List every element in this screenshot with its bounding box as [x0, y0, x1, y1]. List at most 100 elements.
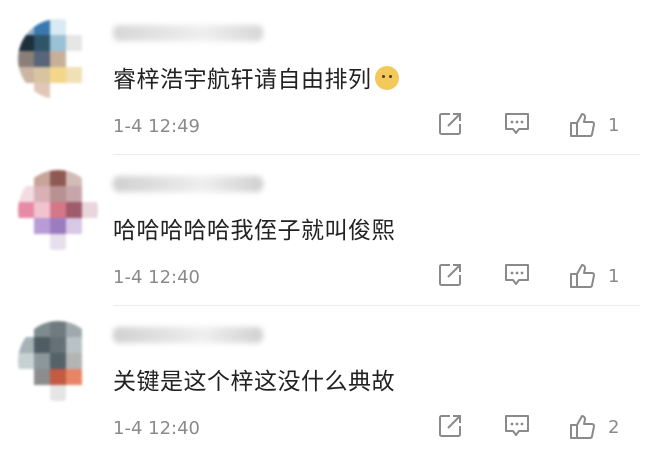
avatar-pixel — [50, 218, 66, 234]
avatar-pixel — [82, 353, 98, 369]
avatar-pixel — [50, 67, 66, 83]
comment-item: 哈哈哈哈哈我侄子就叫俊熙 1-4 12:40 1 — [0, 154, 657, 305]
doge-emoji-icon — [374, 66, 399, 90]
comment-text: 睿梓浩宇航轩请自由排列 — [113, 60, 399, 94]
avatar-pixel — [18, 170, 34, 186]
forward-button[interactable] — [437, 111, 463, 137]
avatar-pixel — [66, 202, 82, 218]
avatar-pixel — [82, 35, 98, 51]
share-forward-icon — [439, 113, 461, 135]
avatar-pixel — [82, 170, 98, 186]
avatar-pixel — [66, 51, 82, 67]
avatar-pixel — [82, 202, 98, 218]
avatar-pixel — [34, 186, 50, 202]
avatar-pixel — [34, 337, 50, 353]
avatar-pixel — [82, 385, 98, 401]
share-forward-icon — [439, 415, 461, 437]
avatar-pixel — [50, 83, 66, 99]
avatar-pixel — [34, 83, 50, 99]
comment-icon — [505, 264, 529, 285]
comment-time: 1-4 12:40 — [113, 267, 200, 288]
avatar-pixel — [34, 218, 50, 234]
like-button[interactable]: 1 — [568, 262, 619, 290]
avatar-pixel — [18, 218, 34, 234]
avatar-pixel — [18, 51, 34, 67]
avatar-pixel — [50, 353, 66, 369]
username-blurred[interactable] — [113, 327, 263, 343]
forward-button[interactable] — [437, 262, 463, 288]
avatar-pixel — [50, 19, 66, 35]
avatar-pixel — [66, 67, 82, 83]
avatar-pixel — [50, 202, 66, 218]
avatar-pixel — [34, 51, 50, 67]
avatar-pixel — [82, 369, 98, 385]
avatar-pixel — [50, 337, 66, 353]
avatar-pixel — [66, 186, 82, 202]
comment-text-content: 关键是这个梓这没什么典故 — [113, 369, 395, 395]
avatar-pixel — [82, 234, 98, 250]
like-button[interactable]: 2 — [568, 413, 619, 441]
avatar-pixel — [82, 51, 98, 67]
divider — [113, 154, 640, 155]
avatar-pixel — [66, 234, 82, 250]
avatar-pixel — [18, 83, 34, 99]
avatar-pixel — [34, 19, 50, 35]
avatar-pixel — [50, 51, 66, 67]
avatar-pixel — [18, 35, 34, 51]
avatar-pixel — [34, 170, 50, 186]
comment-item: 关键是这个梓这没什么典故 1-4 12:40 2 — [0, 305, 657, 456]
thumbs-up-icon — [570, 415, 595, 439]
avatar-pixel — [50, 321, 66, 337]
avatar[interactable] — [18, 170, 98, 250]
avatar-pixel — [50, 369, 66, 385]
comment-icon — [505, 415, 529, 436]
avatar-pixel — [34, 321, 50, 337]
comment-time: 1-4 12:49 — [113, 116, 200, 137]
like-count: 1 — [608, 265, 620, 287]
avatar-pixel — [34, 67, 50, 83]
comment-text-content: 睿梓浩宇航轩请自由排列 — [113, 67, 372, 93]
share-forward-icon — [439, 264, 461, 286]
avatar-pixel — [34, 202, 50, 218]
avatar-pixel — [82, 321, 98, 337]
avatar-pixel — [66, 321, 82, 337]
comment-text: 哈哈哈哈哈我侄子就叫俊熙 — [113, 211, 395, 245]
avatar-pixel — [18, 385, 34, 401]
username-blurred[interactable] — [113, 25, 263, 41]
avatar-pixel — [66, 337, 82, 353]
like-button[interactable]: 1 — [568, 111, 619, 139]
reply-button[interactable] — [503, 262, 531, 288]
divider — [113, 305, 640, 306]
avatar-pixel — [82, 337, 98, 353]
avatar-pixel — [34, 353, 50, 369]
like-count: 2 — [608, 416, 620, 438]
avatar-pixel — [66, 19, 82, 35]
thumbs-up-icon — [570, 264, 595, 288]
avatar-pixel — [50, 234, 66, 250]
forward-button[interactable] — [437, 413, 463, 439]
avatar[interactable] — [18, 19, 98, 99]
reply-button[interactable] — [503, 111, 531, 137]
avatar[interactable] — [18, 321, 98, 401]
avatar-pixel — [66, 369, 82, 385]
reply-button[interactable] — [503, 413, 531, 439]
avatar-pixel — [50, 186, 66, 202]
avatar-pixel — [66, 385, 82, 401]
avatar-pixel — [66, 35, 82, 51]
username-blurred[interactable] — [113, 176, 263, 192]
avatar-pixel — [66, 83, 82, 99]
avatar-pixel — [18, 67, 34, 83]
comment-item: 睿梓浩宇航轩请自由排列 1-4 12:49 1 — [0, 3, 657, 154]
avatar-pixel — [18, 234, 34, 250]
avatar-pixel — [82, 19, 98, 35]
avatar-pixel — [34, 369, 50, 385]
thumbs-up-icon — [570, 113, 595, 137]
avatar-pixel — [18, 337, 34, 353]
comment-icon — [505, 113, 529, 134]
avatar-pixel — [18, 369, 34, 385]
avatar-pixel — [18, 202, 34, 218]
avatar-pixel — [50, 170, 66, 186]
avatar-pixel — [18, 353, 34, 369]
avatar-pixel — [50, 35, 66, 51]
comment-text-content: 哈哈哈哈哈我侄子就叫俊熙 — [113, 218, 395, 244]
